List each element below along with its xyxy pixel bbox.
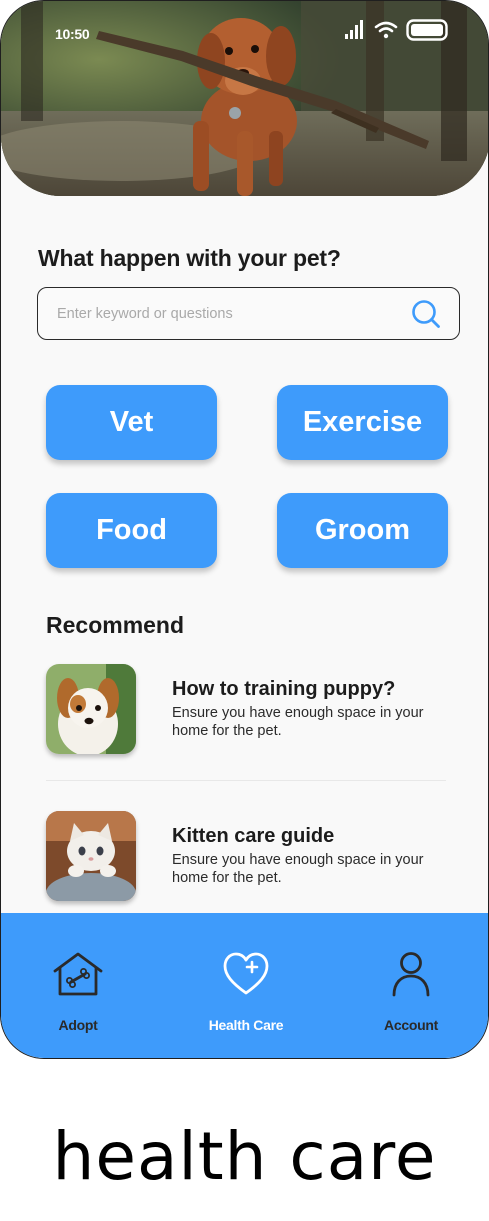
recommend-item-title: How to training puppy? <box>172 678 396 700</box>
recommend-item-kitten[interactable]: Kitten care guide Ensure you have enough… <box>46 811 446 903</box>
wifi-icon <box>374 21 398 39</box>
recommend-item-description: Ensure you have enough space in your hom… <box>172 705 424 739</box>
nav-account[interactable]: Account <box>346 913 476 1058</box>
page-question: What happen with your pet? <box>38 245 341 271</box>
nav-adopt[interactable]: Adopt <box>13 913 143 1058</box>
recommend-item-title: Kitten care guide <box>172 825 335 847</box>
nav-health-care[interactable]: Health Care <box>181 913 311 1058</box>
bottom-nav: Adopt Health Care Account <box>1 913 488 1058</box>
search-icon[interactable] <box>411 299 441 329</box>
recommend-item-puppy[interactable]: How to training puppy? Ensure you have e… <box>46 664 446 756</box>
phone-frame: 10:50 What happen with your pet? Enter k… <box>0 0 489 1059</box>
recommend-heading: Recommend <box>46 612 185 638</box>
heart-plus-icon <box>223 952 269 995</box>
user-icon <box>392 952 430 997</box>
kitten-thumbnail <box>46 811 136 901</box>
vet-button[interactable]: Vet <box>46 385 217 460</box>
food-button[interactable]: Food <box>46 493 217 568</box>
exercise-button[interactable]: Exercise <box>277 385 448 460</box>
nav-label: Account <box>384 1017 438 1033</box>
status-time: 10:50 <box>55 26 90 42</box>
status-icons <box>344 19 448 41</box>
puppy-thumbnail <box>46 664 136 754</box>
battery-icon <box>406 19 448 41</box>
signal-icon <box>345 20 363 39</box>
puppy-photo <box>46 664 136 754</box>
recommend-divider <box>46 780 446 781</box>
status-bar: 10:50 <box>1 1 488 61</box>
groom-button[interactable]: Groom <box>277 493 448 568</box>
search-box[interactable] <box>37 287 460 340</box>
search-input[interactable] <box>57 302 397 326</box>
house-bone-icon <box>53 952 103 996</box>
recommend-item-description: Ensure you have enough space in your hom… <box>172 852 424 886</box>
nav-label: Adopt <box>58 1017 98 1033</box>
kitten-photo <box>46 811 136 901</box>
screen-caption: health care <box>52 1118 437 1195</box>
nav-label: Health Care <box>208 1017 284 1033</box>
